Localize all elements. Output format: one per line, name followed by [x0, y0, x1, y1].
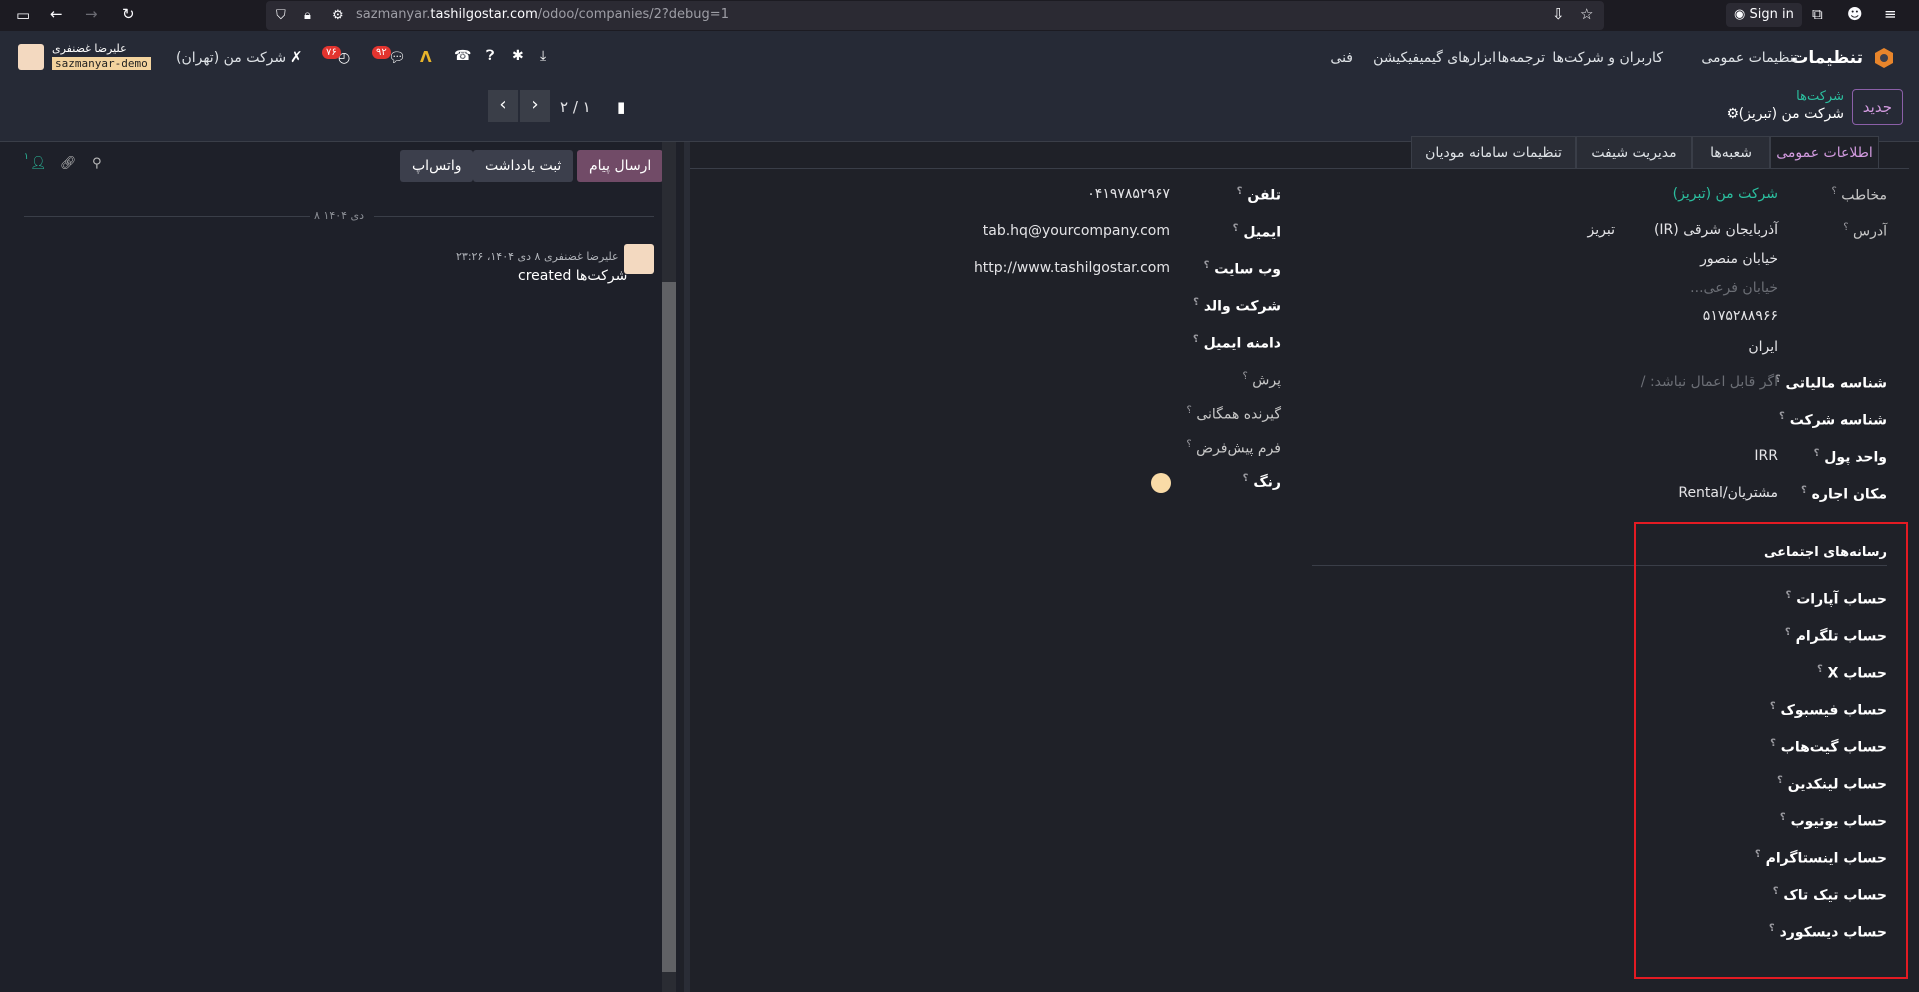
permissions-icon[interactable]: ⚙ [332, 8, 344, 23]
contact-label: مخاطب ؟ [1831, 186, 1887, 204]
extension-monkey-icon[interactable]: ☻ [1847, 7, 1863, 22]
default-form-label: فرم پیش‌فرض ؟ [1186, 439, 1281, 457]
forward-icon[interactable]: → [85, 7, 98, 22]
attachment-icon[interactable]: 🔗︎ [60, 156, 77, 171]
date-separator: ۸ دی ۱۴۰۴ [310, 209, 369, 222]
settings-app-icon[interactable] [1873, 47, 1895, 69]
street-field[interactable]: خیابان منصور [1700, 251, 1778, 267]
phone-field[interactable]: ۰۴۱۹۷۸۵۲۹۶۷ [1087, 186, 1170, 202]
email-field[interactable]: tab.hq@yourcompany.com [983, 223, 1170, 239]
followers-icon[interactable]: 👤︎ [30, 156, 47, 171]
country-field[interactable]: ایران [1748, 339, 1778, 355]
breadcrumb-parent[interactable]: شرکت‌ها [1796, 89, 1844, 104]
menu-icon[interactable]: ≡ [1884, 7, 1897, 22]
activity-badge: ۷۶ [322, 46, 341, 59]
highlight-box [1634, 522, 1908, 979]
company-id-label: شناسه شرکت ؟ [1779, 411, 1887, 429]
download-icon[interactable]: ⤓ [540, 48, 546, 64]
control-panel [0, 84, 1919, 142]
reload-icon[interactable]: ↻ [122, 7, 135, 22]
company-switcher[interactable]: شرکت من (تهران) [176, 50, 286, 66]
separator-line [24, 216, 324, 217]
breadcrumb-current: شرکت من (تبریز) [1738, 106, 1844, 122]
pager-value[interactable]: ۲ / ۱ [560, 98, 591, 116]
menu-gamification[interactable]: ابزارهای گیمیفیکیشن [1373, 50, 1496, 66]
sidebar-toggle-icon[interactable]: ▭ [16, 8, 30, 23]
extensions-icon[interactable]: ⧉ [1812, 7, 1823, 22]
website-label: وب سایت ؟ [1203, 260, 1281, 278]
app-name[interactable]: تنظیمات [1791, 48, 1863, 68]
tab-branches[interactable]: شعبه‌ها [1692, 136, 1770, 169]
street2-field[interactable]: خیابان فرعی... [1690, 280, 1778, 296]
pager-next-button[interactable]: › [520, 90, 550, 122]
tab-taxpayer-settings[interactable]: تنظیمات سامانه مودیان [1411, 136, 1576, 169]
website-field[interactable]: http://www.tashilgostar.com [974, 260, 1170, 276]
color-label: رنگ ؟ [1242, 473, 1281, 491]
back-icon[interactable]: ← [50, 7, 63, 22]
download-page-icon[interactable]: ⇩ [1552, 7, 1565, 22]
zip-field[interactable]: ۵۱۷۵۲۸۸۹۶۶ [1703, 308, 1778, 324]
message-avatar [624, 244, 654, 274]
help-icon[interactable]: ❓︎ [486, 48, 494, 64]
bookmark-icon[interactable]: ▮ [617, 98, 625, 116]
search-icon[interactable]: ⚲ [92, 156, 102, 171]
message-body: شرکت‌ها created [518, 268, 628, 284]
menu-technical[interactable]: فنی [1330, 50, 1353, 66]
currency-label: واحد پول ؟ [1813, 448, 1887, 466]
phone-label: تلفن ؟ [1236, 186, 1281, 204]
rental-location-label: مکان اجاره ؟ [1800, 485, 1887, 503]
address-label: آدرس ؟ [1843, 222, 1887, 240]
menu-users-companies[interactable]: کاربران و شرکت‌ها [1552, 50, 1663, 66]
bug-icon[interactable]: ✱ [512, 48, 524, 64]
parent-company-label: شرکت والد ؟ [1193, 297, 1281, 315]
rental-location-field[interactable]: مشتریان/Rental [1678, 485, 1778, 501]
tab-general-info[interactable]: اطلاعات عمومی [1770, 136, 1879, 169]
log-note-button[interactable]: ثبت یادداشت [473, 150, 574, 182]
new-button[interactable]: جدید [1851, 89, 1903, 125]
voip-phone-icon[interactable]: ☎ [454, 48, 471, 64]
message-header: علیرضا غضنفری ۸ دی ۱۴۰۴، ۲۳:۲۶ [456, 250, 619, 263]
company-id-field[interactable] [1598, 411, 1778, 429]
color-swatch[interactable] [1151, 473, 1171, 493]
pec-label: پرش ؟ [1242, 371, 1281, 389]
debug-tools-icon[interactable]: ✗ [290, 48, 303, 66]
shield-icon[interactable]: ⛉ [276, 8, 286, 23]
tabs-underline [690, 168, 1909, 169]
contact-value[interactable]: شرکت من (تبریز) [1673, 186, 1778, 202]
state-field[interactable]: آذربایجان شرقی (IR) [1654, 222, 1778, 238]
separator-line [374, 216, 654, 217]
whatsapp-button[interactable]: واتس‌اپ [400, 150, 474, 182]
user-name: علیرضا غضنفری [52, 42, 127, 55]
gear-icon[interactable]: ⚙ [1726, 106, 1739, 122]
tax-id-label: شناسه مالیاتی ؟ [1774, 374, 1887, 392]
send-message-button[interactable]: ارسال پیام [577, 150, 664, 182]
bookmark-star-icon[interactable]: ☆ [1580, 7, 1593, 22]
currency-field[interactable]: IRR [1754, 448, 1778, 464]
scrollbar-thumb[interactable] [662, 282, 676, 972]
broadcast-recipient-label: گیرنده همگانی ؟ [1186, 405, 1281, 423]
email-label: ایمیل ؟ [1232, 223, 1281, 241]
url-text: sazmanyar.tashilgostar.com/odoo/companie… [356, 7, 729, 22]
city-field[interactable]: تبریز [1588, 222, 1615, 238]
database-badge: sazmanyar-demo [52, 57, 151, 70]
ai-icon[interactable]: Λ [420, 48, 432, 66]
tab-shift-management[interactable]: مدیریت شیفت [1576, 136, 1692, 169]
pager-previous-button[interactable]: ‹ [488, 90, 518, 122]
tax-id-field[interactable]: اگر قابل اعمال نباشد: / [1641, 374, 1778, 390]
sign-in-button[interactable]: ◉ Sign in [1726, 3, 1802, 27]
followers-count: ۱ [24, 152, 29, 162]
menu-translations[interactable]: ترجمه‌ها [1497, 50, 1545, 66]
avatar[interactable] [18, 44, 44, 70]
messages-badge: ۹۲ [372, 46, 391, 59]
email-domain-label: دامنه ایمیل ؟ [1192, 334, 1281, 352]
menu-general-settings[interactable]: تنظیمات عمومی [1701, 50, 1798, 66]
lock-icon[interactable]: 🔒︎ [304, 8, 311, 23]
